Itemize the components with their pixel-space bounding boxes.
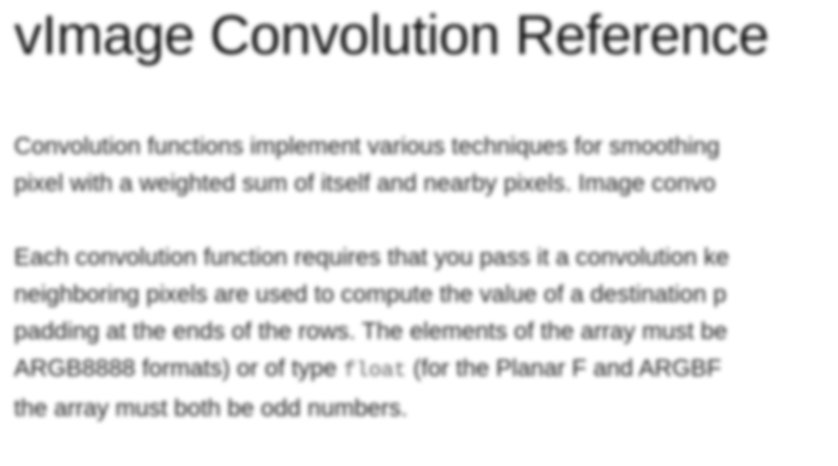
line-text: (for the Planar F and ARGBF	[406, 355, 722, 382]
paragraph-line: ARGB8888 formats) or of type float (for …	[14, 350, 838, 390]
paragraph-line: Each convolution function requires that …	[14, 244, 730, 271]
paragraph-line: pixel with a weighted sum of itself and …	[14, 170, 716, 197]
line-text: ARGB8888 formats) or of type	[14, 355, 344, 382]
page-title: vImage Convolution Reference	[14, 3, 769, 66]
paragraph-line: Convolution functions implement various …	[14, 133, 720, 160]
paragraph-line: padding at the ends of the rows. The ele…	[14, 318, 728, 345]
kernel-paragraph: Each convolution function requires that …	[14, 239, 838, 427]
paragraph-line: the array must both be odd numbers.	[14, 395, 408, 422]
paragraph-line: neighboring pixels are used to compute t…	[14, 281, 727, 308]
code-float: float	[343, 360, 407, 383]
intro-paragraph: Convolution functions implement various …	[14, 128, 838, 202]
document-page: vImage Convolution Reference Convolution…	[0, 0, 838, 466]
